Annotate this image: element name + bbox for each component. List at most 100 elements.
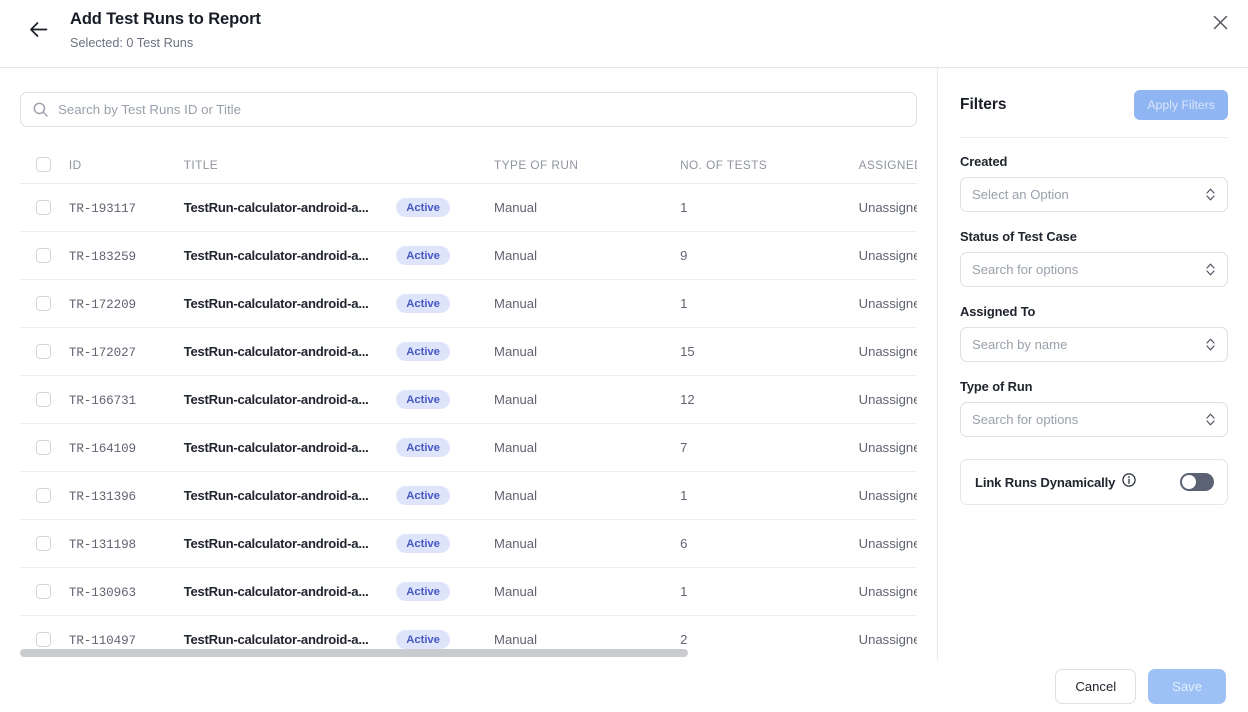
- search-icon: [33, 102, 48, 117]
- column-header-assigned[interactable]: ASSIGNED: [859, 145, 917, 184]
- row-select-cell: [20, 568, 69, 616]
- column-header-title[interactable]: TITLE: [184, 145, 397, 184]
- cell-assigned: Unassigned: [859, 520, 917, 568]
- info-icon[interactable]: [1122, 473, 1136, 492]
- test-runs-table: ID TITLE TYPE OF RUN NO. OF TESTS ASSIGN…: [20, 145, 917, 661]
- filter-label: Created: [960, 154, 1228, 169]
- cell-title: TestRun-calculator-android-a...: [184, 424, 397, 472]
- cell-status: Active: [396, 520, 494, 568]
- cell-no-of-tests: 1: [680, 184, 859, 232]
- selection-count: Selected: 0 Test Runs: [70, 36, 261, 51]
- cell-id: TR-131198: [69, 520, 184, 568]
- cell-title: TestRun-calculator-android-a...: [184, 472, 397, 520]
- link-runs-dynamically-card: Link Runs Dynamically: [960, 459, 1228, 505]
- table-row[interactable]: TR-172209TestRun-calculator-android-a...…: [20, 280, 917, 328]
- modal-footer: Cancel Save: [0, 660, 1248, 712]
- cell-assigned: Unassigned: [859, 376, 917, 424]
- table-row[interactable]: TR-183259TestRun-calculator-android-a...…: [20, 232, 917, 280]
- cell-id: TR-172209: [69, 280, 184, 328]
- column-header-type-of-run[interactable]: TYPE OF RUN: [494, 145, 680, 184]
- table-horizontal-scrollbar[interactable]: [20, 649, 892, 657]
- cell-status: Active: [396, 424, 494, 472]
- cell-assigned: Unassigned: [859, 472, 917, 520]
- row-select-cell: [20, 520, 69, 568]
- row-checkbox[interactable]: [36, 440, 51, 455]
- cell-title: TestRun-calculator-android-a...: [184, 376, 397, 424]
- filters-header: Filters Apply Filters: [960, 90, 1228, 120]
- header-text-group: Add Test Runs to Report Selected: 0 Test…: [70, 9, 261, 51]
- cell-no-of-tests: 12: [680, 376, 859, 424]
- table-row[interactable]: TR-164109TestRun-calculator-android-a...…: [20, 424, 917, 472]
- test-runs-table-container: ID TITLE TYPE OF RUN NO. OF TESTS ASSIGN…: [20, 145, 917, 661]
- column-header-no-of-tests[interactable]: NO. OF TESTS: [680, 145, 859, 184]
- search-box[interactable]: [20, 92, 917, 127]
- filter-label: Assigned To: [960, 304, 1228, 319]
- close-icon: [1213, 15, 1228, 35]
- row-checkbox[interactable]: [36, 584, 51, 599]
- cell-type-of-run: Manual: [494, 328, 680, 376]
- cell-type-of-run: Manual: [494, 520, 680, 568]
- filter-select[interactable]: Select an Option: [960, 177, 1228, 212]
- apply-filters-button[interactable]: Apply Filters: [1134, 90, 1228, 120]
- filter-fields-group: CreatedSelect an OptionStatus of Test Ca…: [960, 154, 1228, 437]
- link-runs-label: Link Runs Dynamically: [975, 475, 1115, 490]
- table-body: TR-193117TestRun-calculator-android-a...…: [20, 184, 917, 662]
- select-all-header: [20, 145, 69, 184]
- cell-no-of-tests: 1: [680, 472, 859, 520]
- cell-title: TestRun-calculator-android-a...: [184, 280, 397, 328]
- link-runs-toggle[interactable]: [1180, 473, 1214, 491]
- filter-select[interactable]: Search for options: [960, 252, 1228, 287]
- filter-select[interactable]: Search by name: [960, 327, 1228, 362]
- table-row[interactable]: TR-193117TestRun-calculator-android-a...…: [20, 184, 917, 232]
- chevron-updown-icon: [1205, 337, 1216, 352]
- row-checkbox[interactable]: [36, 296, 51, 311]
- row-checkbox[interactable]: [36, 248, 51, 263]
- row-checkbox[interactable]: [36, 200, 51, 215]
- modal-body: ID TITLE TYPE OF RUN NO. OF TESTS ASSIGN…: [0, 68, 1248, 660]
- row-checkbox[interactable]: [36, 488, 51, 503]
- column-header-id[interactable]: ID: [69, 145, 184, 184]
- filter-field-0: Created Select an Option: [960, 154, 1228, 212]
- column-header-status-spacer: [396, 145, 494, 184]
- table-header: ID TITLE TYPE OF RUN NO. OF TESTS ASSIGN…: [20, 145, 917, 184]
- filters-pane: Filters Apply Filters Created Select an O…: [938, 68, 1248, 660]
- filter-placeholder: Select an Option: [972, 187, 1205, 202]
- select-all-checkbox[interactable]: [36, 157, 51, 172]
- cell-type-of-run: Manual: [494, 568, 680, 616]
- search-input[interactable]: [58, 102, 904, 117]
- test-runs-pane: ID TITLE TYPE OF RUN NO. OF TESTS ASSIGN…: [0, 68, 938, 660]
- table-horizontal-scroll-thumb[interactable]: [20, 649, 688, 657]
- table-row[interactable]: TR-131396TestRun-calculator-android-a...…: [20, 472, 917, 520]
- row-checkbox[interactable]: [36, 392, 51, 407]
- cell-no-of-tests: 7: [680, 424, 859, 472]
- cell-no-of-tests: 6: [680, 520, 859, 568]
- cell-type-of-run: Manual: [494, 376, 680, 424]
- link-runs-label-group: Link Runs Dynamically: [975, 473, 1136, 492]
- filter-placeholder: Search for options: [972, 412, 1205, 427]
- close-button[interactable]: [1204, 9, 1236, 41]
- cell-id: TR-183259: [69, 232, 184, 280]
- save-button[interactable]: Save: [1148, 669, 1226, 704]
- cell-id: TR-131396: [69, 472, 184, 520]
- filter-select[interactable]: Search for options: [960, 402, 1228, 437]
- row-checkbox[interactable]: [36, 632, 51, 647]
- table-row[interactable]: TR-172027TestRun-calculator-android-a...…: [20, 328, 917, 376]
- cell-assigned: Unassigned: [859, 568, 917, 616]
- cell-assigned: Unassigned: [859, 184, 917, 232]
- table-row[interactable]: TR-166731TestRun-calculator-android-a...…: [20, 376, 917, 424]
- row-checkbox[interactable]: [36, 344, 51, 359]
- cancel-button[interactable]: Cancel: [1055, 669, 1136, 704]
- cell-type-of-run: Manual: [494, 184, 680, 232]
- cell-id: TR-164109: [69, 424, 184, 472]
- cell-status: Active: [396, 472, 494, 520]
- cell-title: TestRun-calculator-android-a...: [184, 568, 397, 616]
- table-row[interactable]: TR-130963TestRun-calculator-android-a...…: [20, 568, 917, 616]
- cell-status: Active: [396, 568, 494, 616]
- cell-id: TR-130963: [69, 568, 184, 616]
- table-row[interactable]: TR-131198TestRun-calculator-android-a...…: [20, 520, 917, 568]
- filters-title: Filters: [960, 96, 1007, 114]
- cell-title: TestRun-calculator-android-a...: [184, 184, 397, 232]
- back-button[interactable]: [20, 11, 56, 47]
- arrow-left-icon: [29, 21, 48, 38]
- row-checkbox[interactable]: [36, 536, 51, 551]
